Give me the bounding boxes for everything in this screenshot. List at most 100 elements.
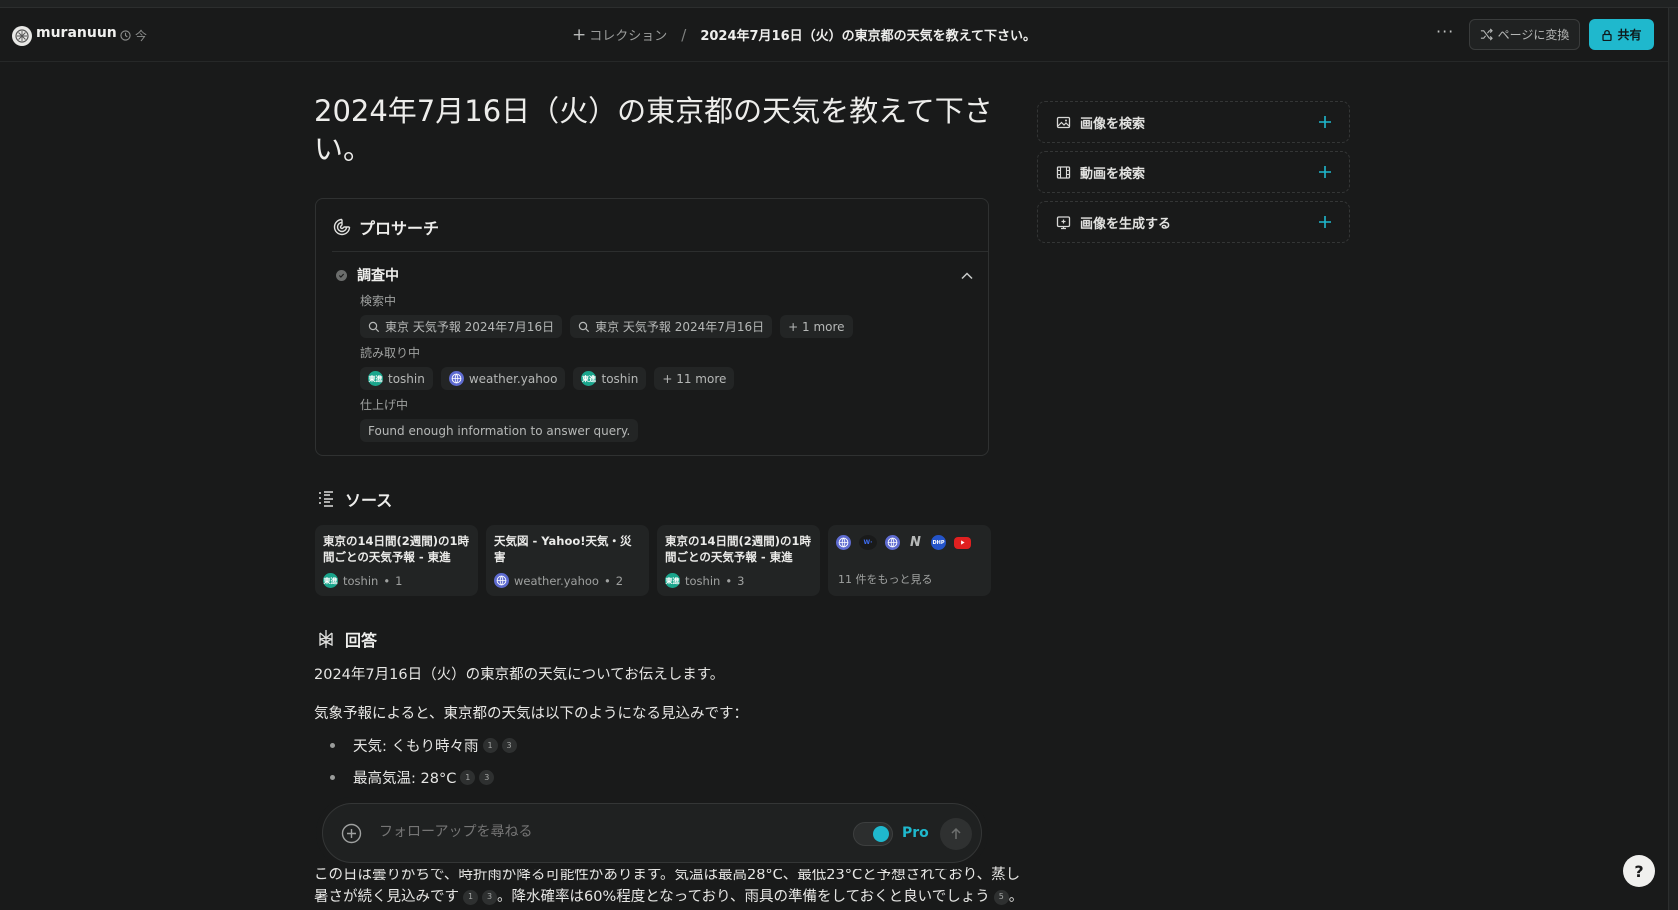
convert-to-page-button[interactable]: ページに変換 [1469,19,1580,50]
source-card-meta: 東進 toshin • 1 [323,573,402,588]
source-index-dot: • [603,573,611,588]
question-title: 2024年7月16日（火）の東京都の天気を教えて下さい。 [314,94,993,166]
source-index: 2 [615,573,624,588]
globe-icon [836,535,851,550]
search-images-label: 画像を検索 [1080,116,1146,132]
answer-bullet: 天気: くもり時々雨 1 3 [330,735,517,756]
answer-header: 回答 [316,627,377,651]
search-query-chips: 東京 天気予報 2024年7月16日 東京 天気予報 2024年7月16日 + … [360,315,853,338]
share-label: 共有 [1617,28,1642,42]
reading-chip[interactable]: 東進 toshin [360,367,433,390]
source-card[interactable]: 東京の14日間(2週間)の1時間ごとの天気予報 - 東進 東進 toshin •… [315,525,478,596]
source-card-title: 天気図 - Yahoo!天気・災害 [494,534,632,564]
more-options-icon[interactable]: ··· [1436,22,1454,41]
pro-label: Pro [902,825,929,841]
more-sources-label: 11 件をもっと見る [838,573,933,586]
search-chip[interactable]: 東京 天気予報 2024年7月16日 [360,315,563,338]
globe-icon [885,535,900,550]
citation-badge[interactable]: 3 [479,770,495,785]
source-card-title: 東京の14日間(2週間)の1時間ごとの天気予報 - 東進 [323,534,470,564]
source-card-title: 東京の14日間(2週間)の1時間ごとの天気予報 - 東進 [665,534,812,564]
search-icon [368,321,380,332]
breadcrumb-separator: / [681,25,687,44]
scrollbar-track[interactable] [1668,8,1678,910]
add-collection-icon[interactable]: + [572,26,586,43]
toshin-favicon: 東進 [368,371,383,386]
reading-chip[interactable]: weather.yahoo [440,367,566,390]
citation-badge[interactable]: 1 [463,889,478,905]
top-header: muranuun 今 + コレクション / 2024年7月16日（火）の東京都の… [0,8,1668,62]
source-card-meta: weather.yahoo • 2 [494,573,623,588]
sources-row: 東京の14日間(2週間)の1時間ごとの天気予報 - 東進 東進 toshin •… [315,525,991,596]
source-index: 3 [737,573,745,588]
more-sources-card[interactable]: W· N DHP 11 件をもっと見る [828,525,991,596]
answer-logo-icon [319,630,333,648]
source-card[interactable]: 東京の14日間(2週間)の1時間ごとの天気予報 - 東進 東進 toshin •… [657,525,820,596]
search-videos-card[interactable]: 動画を検索 [1037,151,1350,193]
plus-icon[interactable] [1317,164,1333,180]
search-chip-text: 東京 天気予報 2024年7月16日 [385,320,555,334]
paragraph-text: 。 [1008,889,1024,905]
shuffle-icon [1480,28,1493,41]
reading-label: 読み取り中 [360,346,421,360]
source-site: toshin [343,573,379,588]
status-text: 調査中 [357,268,399,284]
attach-plus-icon[interactable] [341,823,362,844]
answer-intro: 2024年7月16日（火）の東京都の天気についてお伝えします。 [314,667,725,683]
globe-icon [494,573,509,588]
search-icon [578,321,590,332]
plus-icon[interactable] [1317,214,1333,230]
n-favicon-icon: N [910,535,921,550]
pro-search-icon [333,218,351,236]
sources-title: ソース [345,491,393,510]
answer-title: 回答 [345,631,378,650]
paragraph-text: 暑さが続く見込みです [314,889,459,905]
generate-image-label: 画像を生成する [1080,216,1172,232]
reading-chip-text: toshin [601,371,639,386]
answer-lead: 気象予報によると、東京都の天気は以下のようになる見込みです： [314,706,748,722]
status-row[interactable]: 調査中 [336,265,399,285]
send-button[interactable] [940,818,972,850]
image-icon [1056,116,1071,128]
search-chip[interactable]: 東京 天気予報 2024年7月16日 [570,315,773,338]
thread-title: 2024年7月16日（火）の東京都の天気を教えて下さい。 [700,29,1036,44]
followup-input[interactable] [379,824,779,840]
sources-list-icon [319,491,333,507]
toshin-favicon: 東進 [581,371,597,386]
youtube-icon [954,536,971,549]
share-button[interactable]: 共有 [1589,19,1654,50]
search-videos-label: 動画を検索 [1080,166,1146,182]
pro-toggle[interactable] [853,822,893,846]
citation-badge[interactable]: 5 [993,889,1009,905]
citation-badge[interactable]: 1 [482,738,498,753]
source-card[interactable]: 天気図 - Yahoo!天気・災害 weather.yahoo • 2 [486,525,649,596]
source-card-meta: 東進 toshin • 3 [665,573,744,588]
plus-icon[interactable] [1317,114,1333,130]
paragraph-text: 。降水確率は60%程度となっており、雨具の準備をしておくと良いでしょう [497,889,990,905]
citation-badge[interactable]: 3 [482,889,497,905]
chevron-up-icon[interactable] [960,269,974,283]
search-more-chip[interactable]: + 1 more [780,315,853,338]
reading-more-chip[interactable]: + 11 more [654,367,735,390]
answer-bullet: 最高気温: 28°C 1 3 [330,767,495,788]
username[interactable]: muranuun [36,25,117,41]
reading-chip[interactable]: 東進 toshin [573,367,647,390]
wm-favicon-icon: W· [859,535,877,550]
pro-search-title: プロサーチ [359,219,440,238]
answer-paragraph-line1: この日は曇りがちで、時折雨が降る可能性があります。気温は最高28°C、最低23°… [314,867,1021,883]
help-button[interactable]: ? [1623,855,1655,887]
collection-link[interactable]: コレクション [589,25,667,44]
citation-badge[interactable]: 1 [460,770,476,785]
convert-label: ページに変換 [1497,28,1570,42]
citation-badge[interactable]: 3 [501,738,517,753]
bullet-text: 最高気温: 28°C [353,771,457,787]
avatar-pattern-icon [15,29,29,43]
toshin-favicon: 東進 [323,573,338,588]
avatar[interactable] [12,26,32,46]
source-index-dot: • [383,573,391,588]
generate-image-card[interactable]: 画像を生成する [1037,201,1350,243]
generate-image-icon [1056,215,1071,229]
search-images-card[interactable]: 画像を検索 [1037,101,1350,143]
globe-icon [448,371,464,386]
finishing-chip: Found enough information to answer query… [360,419,639,442]
